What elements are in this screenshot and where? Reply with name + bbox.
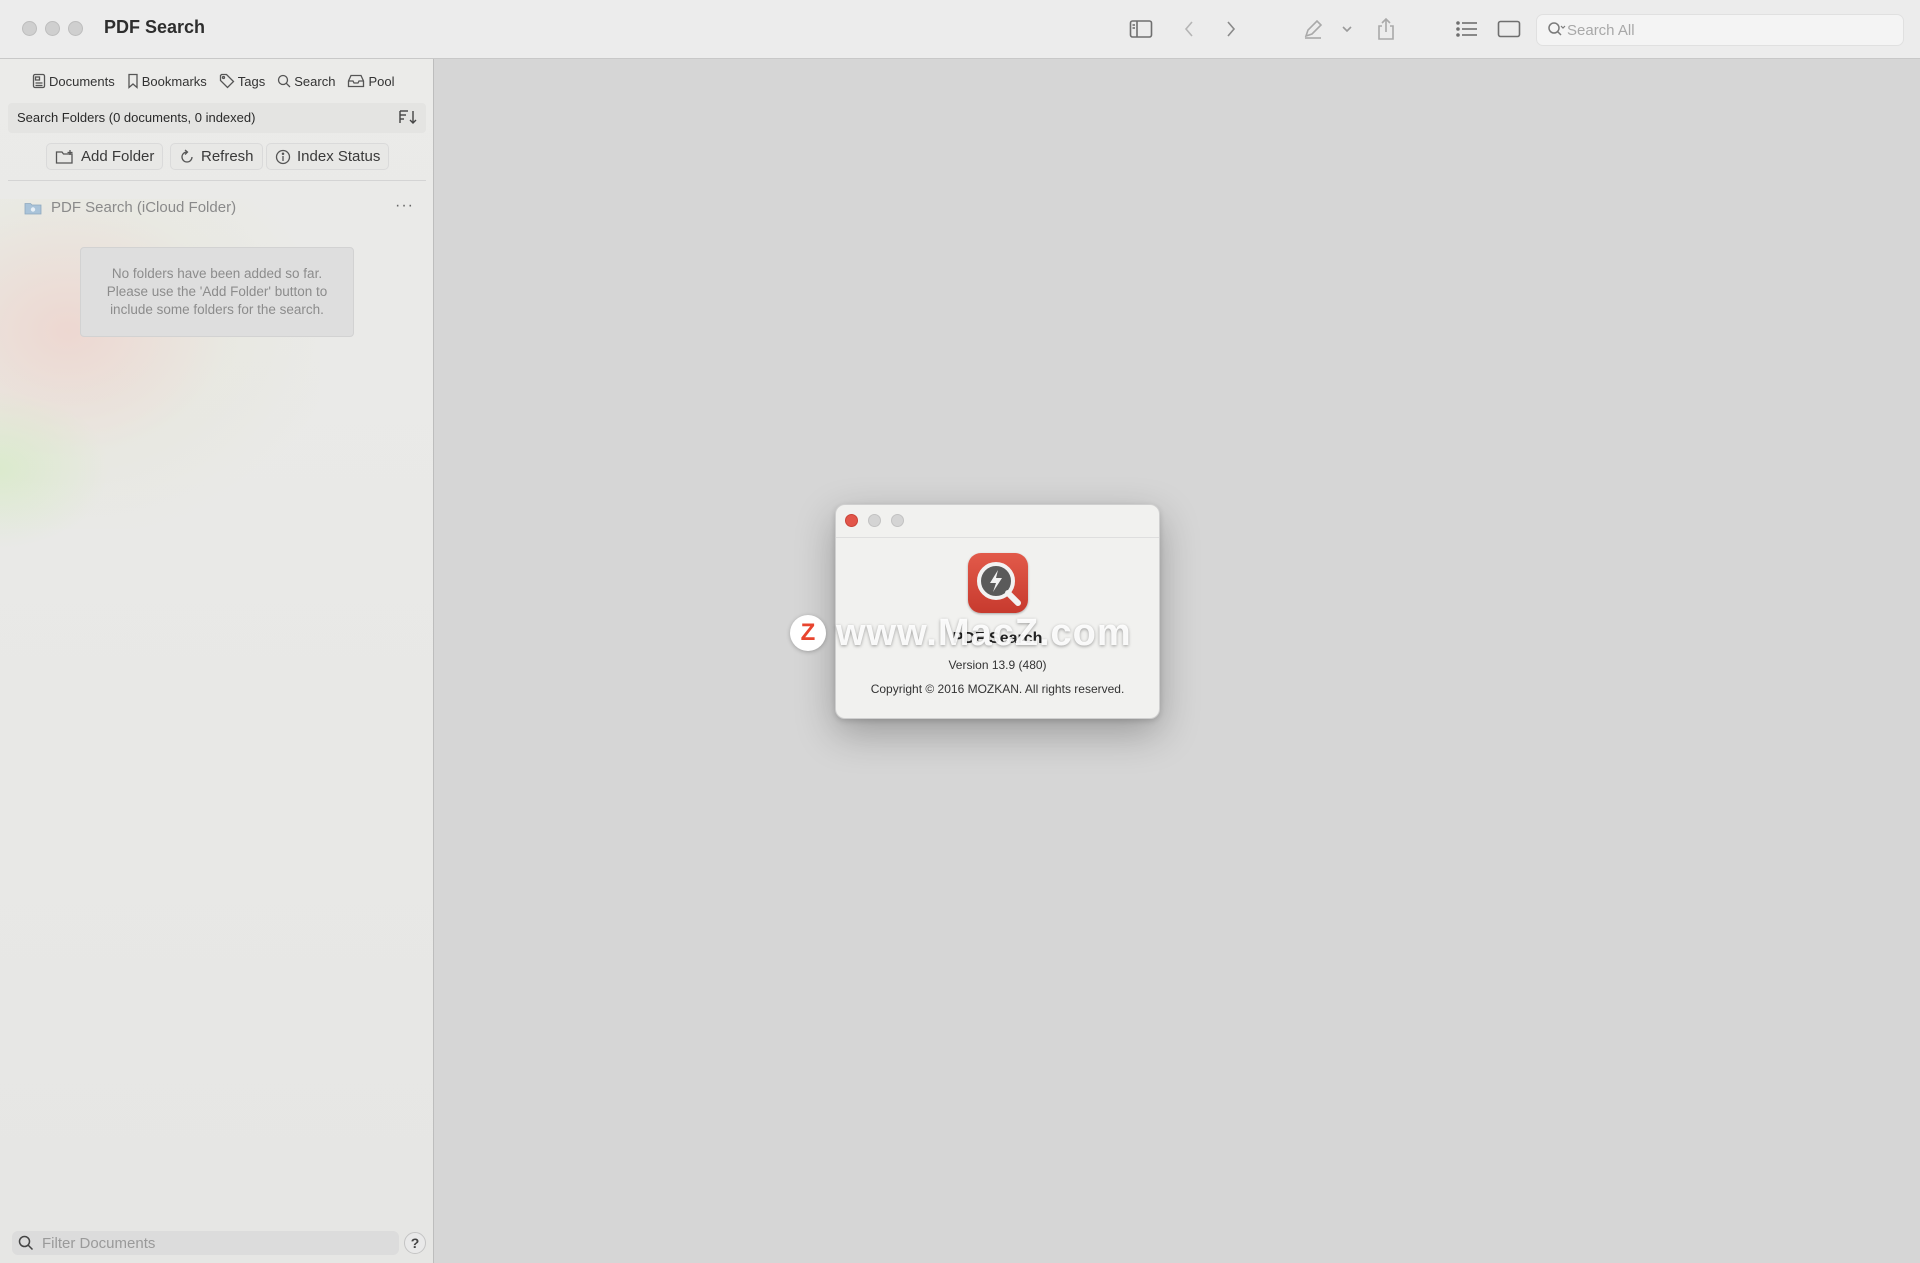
search-all-placeholder: Search All [1567, 22, 1635, 39]
minimize-window-button[interactable] [45, 21, 60, 36]
watermark-text: www.MacZ.com [836, 611, 1132, 654]
icloud-folder-row[interactable]: PDF Search (iCloud Folder) ··· [24, 197, 414, 221]
search-icon [1547, 21, 1567, 44]
add-folder-label: Add Folder [81, 148, 155, 165]
tab-pool-label: Pool [368, 73, 395, 89]
chevron-right-icon [1227, 21, 1236, 37]
info-icon [275, 149, 291, 164]
tab-tags[interactable]: Tags [219, 69, 265, 93]
highlighter-menu-chevron-down-icon[interactable] [1332, 14, 1362, 44]
tab-bookmarks[interactable]: Bookmarks [127, 69, 207, 93]
highlighter-icon[interactable] [1298, 14, 1328, 44]
filter-documents-placeholder: Filter Documents [42, 1235, 156, 1252]
share-icon[interactable] [1371, 14, 1401, 44]
icloud-folder-label: PDF Search (iCloud Folder) [51, 199, 237, 216]
chevron-left-icon [1184, 21, 1193, 37]
close-window-button[interactable] [22, 21, 37, 36]
refresh-icon [181, 148, 193, 163]
filter-documents-field[interactable]: Filter Documents [12, 1231, 399, 1255]
watermark-logo-icon: Z [790, 615, 826, 651]
sidebar-tabs: Documents Bookmarks Tags Search Pool [32, 69, 394, 93]
page-view-icon[interactable] [1494, 14, 1524, 44]
about-minimize-button[interactable] [868, 514, 881, 527]
about-copyright: Copyright © 2016 MOZKAN. All rights rese… [870, 682, 1125, 696]
tab-pool[interactable]: Pool [347, 69, 394, 93]
app-window: PDF Search Search All Documents Bookmark… [0, 0, 1920, 1263]
sort-icon[interactable] [398, 108, 418, 131]
search-folders-header: Search Folders (0 documents, 0 indexed) [8, 103, 426, 133]
tag-icon [219, 73, 235, 89]
refresh-button[interactable]: Refresh [170, 143, 263, 170]
search-all-field[interactable]: Search All [1536, 14, 1904, 46]
search-folders-label: Search Folders (0 documents, 0 indexed) [17, 110, 256, 125]
app-icon [968, 553, 1028, 613]
tray-icon [348, 74, 365, 88]
more-options-icon[interactable]: ··· [395, 197, 414, 215]
refresh-label: Refresh [201, 148, 254, 165]
about-zoom-button[interactable] [891, 514, 904, 527]
tab-documents-label: Documents [49, 73, 115, 89]
folder-add-icon [55, 149, 73, 164]
window-title: PDF Search [104, 17, 206, 37]
icloud-folder-icon [24, 201, 42, 220]
watermark: Z www.MacZ.com [790, 610, 1132, 656]
tab-bookmarks-label: Bookmarks [141, 73, 207, 89]
list-icon[interactable] [1452, 14, 1482, 44]
folder-actions: Add Folder Refresh Index Status [0, 143, 434, 173]
divider [8, 180, 426, 181]
index-status-button[interactable]: Index Status [266, 143, 390, 170]
search-icon [278, 74, 291, 88]
bookmark-icon [128, 73, 138, 89]
about-title-bar [836, 505, 1159, 538]
tab-tags-label: Tags [237, 73, 266, 89]
sidebar-toggle-icon[interactable] [1126, 14, 1156, 44]
empty-state-message: No folders have been added so far. Pleas… [80, 247, 354, 337]
tab-search-label: Search [294, 73, 336, 89]
add-folder-button[interactable]: Add Folder [46, 143, 164, 170]
tab-search[interactable]: Search [277, 69, 335, 93]
index-status-label: Index Status [297, 148, 381, 165]
forward-button[interactable] [1216, 14, 1246, 44]
about-version: Version 13.9 (480) [948, 658, 1047, 672]
tab-documents[interactable]: Documents [32, 69, 115, 93]
title-bar: PDF Search Search All [0, 0, 1920, 59]
documents-icon [32, 73, 46, 89]
about-close-button[interactable] [845, 514, 858, 527]
sidebar: Documents Bookmarks Tags Search Pool Sea… [0, 59, 434, 1263]
back-button[interactable] [1174, 14, 1204, 44]
help-button[interactable]: ? [404, 1232, 426, 1254]
search-icon [18, 1235, 34, 1256]
zoom-window-button[interactable] [68, 21, 83, 36]
